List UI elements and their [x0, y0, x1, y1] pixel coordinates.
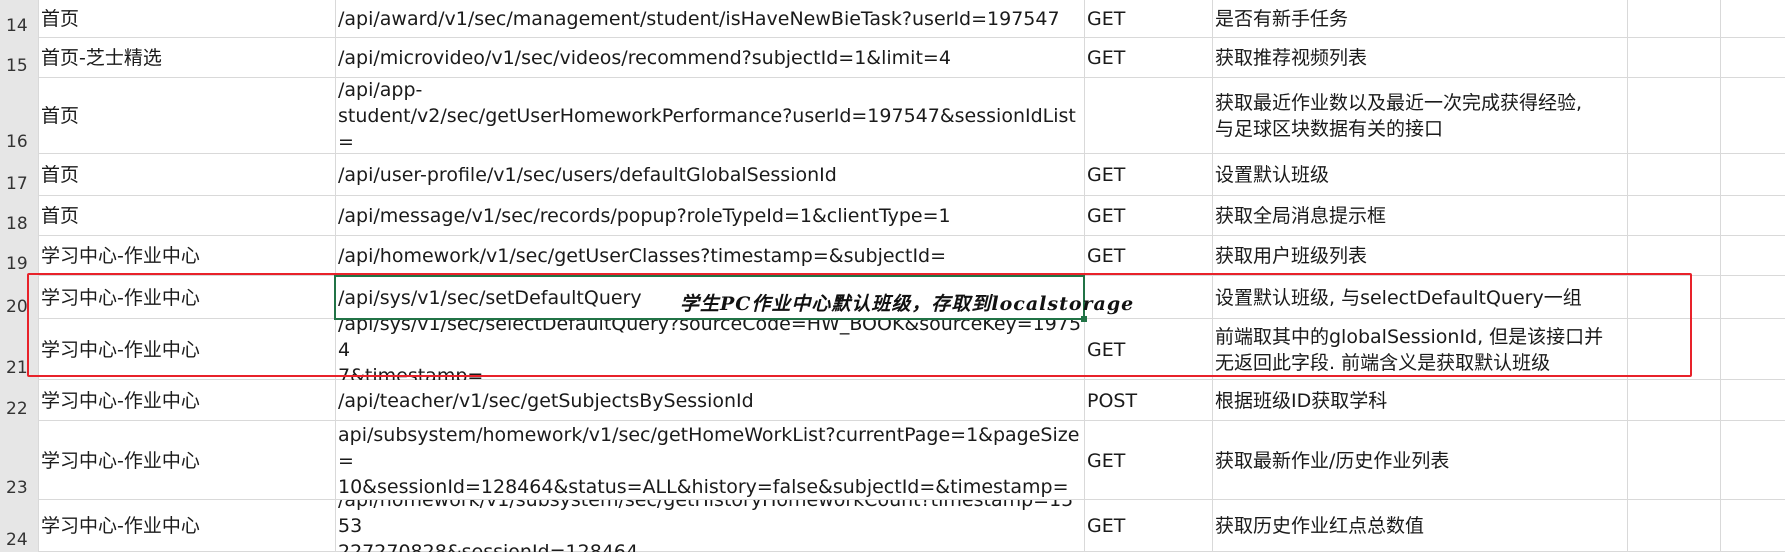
cell-method[interactable]: GET	[1084, 500, 1212, 552]
cell-api-text: api/subsystem/homework/v1/sec/getHomeWor…	[338, 423, 1080, 498]
cell-method[interactable]	[1084, 78, 1212, 154]
cell-api-text: /api/app- student/v2/sec/getUserHomework…	[338, 79, 1076, 153]
cell-method[interactable]: GET	[1084, 421, 1212, 500]
cell-api[interactable]: api/subsystem/homework/v1/sec/getHomeWor…	[335, 421, 1084, 500]
cell-desc-text: 获取最近作业数以及最近一次完成获得经验, 与足球区块数据有关的接口	[1215, 92, 1583, 140]
cell-page[interactable]: 首页	[38, 78, 335, 154]
cell-api[interactable]: /api/homework/v1/subsystem/sec/getHistor…	[335, 500, 1084, 552]
cell-page-text: 首页	[41, 164, 80, 186]
cell-desc-text: 获取用户班级列表	[1215, 245, 1368, 267]
cell-api[interactable]: /api/message/v1/sec/records/popup?roleTy…	[335, 196, 1084, 236]
cell-api[interactable]: /api/award/v1/sec/management/student/isH…	[335, 0, 1084, 38]
cell-method-text: GET	[1087, 205, 1126, 227]
cell-api-text: /api/message/v1/sec/records/popup?roleTy…	[338, 205, 951, 227]
row-header[interactable]: 14	[0, 0, 38, 38]
cell-api[interactable]: /api/microvideo/v1/sec/videos/recommend?…	[335, 38, 1084, 78]
cell-method-text: GET	[1087, 245, 1126, 267]
cell-api-text: /api/homework/v1/subsystem/sec/getHistor…	[338, 500, 1074, 552]
cell-desc-text: 获取最新作业/历史作业列表	[1215, 449, 1450, 472]
cell-method[interactable]: POST	[1084, 380, 1212, 421]
cell-page-text: 学习中心-作业中心	[41, 515, 200, 537]
spreadsheet[interactable]: 14 首页/api/award/v1/sec/management/student…	[0, 0, 1785, 552]
cell-desc-text: 根据班级ID获取学科	[1215, 389, 1388, 412]
cell-page-text: 首页	[41, 105, 80, 127]
cell-method-text: GET	[1087, 8, 1126, 30]
cell-api[interactable]: /api/teacher/v1/sec/getSubjectsBySession…	[335, 380, 1084, 421]
cell-page-text: 学习中心-作业中心	[41, 245, 200, 267]
cell-api-text: /api/award/v1/sec/management/student/isH…	[338, 8, 1060, 30]
cell-desc-text: 获取全局消息提示框	[1215, 205, 1387, 227]
cell-page[interactable]: 学习中心-作业中心	[38, 500, 335, 552]
cell-desc[interactable]: 获取用户班级列表	[1212, 236, 1627, 276]
cell-desc[interactable]: 设置默认班级	[1212, 154, 1627, 196]
cell-method[interactable]: GET	[1084, 236, 1212, 276]
cell-desc[interactable]: 获取推荐视频列表	[1212, 38, 1627, 78]
cell-desc-text: 获取历史作业红点总数值	[1215, 515, 1425, 537]
cell-page-text: 首页-芝士精选	[41, 47, 162, 69]
handwritten-annotation: 学生PC作业中心默认班级，存取到localstorage	[680, 293, 1135, 315]
cell-page[interactable]: 首页	[38, 0, 335, 38]
cell-desc[interactable]: 获取最新作业/历史作业列表	[1212, 421, 1627, 500]
cell-method[interactable]: GET	[1084, 154, 1212, 196]
cell-desc-text: 获取推荐视频列表	[1215, 47, 1368, 69]
cell-desc-text: 是否有新手任务	[1215, 8, 1349, 30]
cell-page[interactable]: 学习中心-作业中心	[38, 421, 335, 500]
row-header[interactable]: 17	[0, 154, 38, 196]
row-header[interactable]: 16	[0, 78, 38, 154]
cell-page-text: 首页	[41, 8, 80, 30]
cell-desc[interactable]: 是否有新手任务	[1212, 0, 1627, 38]
cell-api[interactable]: /api/app- student/v2/sec/getUserHomework…	[335, 78, 1084, 154]
cell-method-text: GET	[1087, 164, 1126, 186]
cell-page[interactable]: 学习中心-作业中心	[38, 236, 335, 276]
cell-api-text: /api/teacher/v1/sec/getSubjectsBySession…	[338, 389, 754, 412]
cell-desc-text: 设置默认班级	[1215, 164, 1330, 186]
cell-page-text: 学习中心-作业中心	[41, 449, 200, 472]
row-header[interactable]: 23	[0, 421, 38, 500]
cell-desc[interactable]: 获取最近作业数以及最近一次完成获得经验, 与足球区块数据有关的接口	[1212, 78, 1627, 154]
cell-method-text: GET	[1087, 515, 1126, 537]
row-header[interactable]: 15	[0, 38, 38, 78]
cell-page[interactable]: 首页-芝士精选	[38, 38, 335, 78]
cell-page[interactable]: 首页	[38, 154, 335, 196]
cell-method-text: POST	[1087, 389, 1138, 412]
cell-method-text: GET	[1087, 449, 1126, 472]
row-header[interactable]: 24	[0, 500, 38, 552]
cell-api[interactable]: /api/user-profile/v1/sec/users/defaultGl…	[335, 154, 1084, 196]
cell-api[interactable]: /api/homework/v1/sec/getUserClasses?time…	[335, 236, 1084, 276]
cell-page[interactable]: 学习中心-作业中心	[38, 380, 335, 421]
cell-desc[interactable]: 获取历史作业红点总数值	[1212, 500, 1627, 552]
cell-method[interactable]: GET	[1084, 0, 1212, 38]
cell-page-text: 学习中心-作业中心	[41, 389, 200, 412]
cell-page[interactable]: 首页	[38, 196, 335, 236]
cell-api-text: /api/microvideo/v1/sec/videos/recommend?…	[338, 47, 951, 69]
cell-method-text: GET	[1087, 47, 1126, 69]
cell-method[interactable]: GET	[1084, 196, 1212, 236]
cell-page-text: 首页	[41, 205, 80, 227]
row-header[interactable]: 22	[0, 380, 38, 421]
row-header[interactable]: 18	[0, 196, 38, 236]
cell-api-text: /api/homework/v1/sec/getUserClasses?time…	[338, 245, 947, 267]
cell-api-text: /api/user-profile/v1/sec/users/defaultGl…	[338, 164, 837, 186]
row-header[interactable]: 19	[0, 236, 38, 276]
cell-method[interactable]: GET	[1084, 38, 1212, 78]
column-gridline	[1720, 0, 1721, 552]
cell-desc[interactable]: 获取全局消息提示框	[1212, 196, 1627, 236]
cell-desc[interactable]: 根据班级ID获取学科	[1212, 380, 1627, 421]
